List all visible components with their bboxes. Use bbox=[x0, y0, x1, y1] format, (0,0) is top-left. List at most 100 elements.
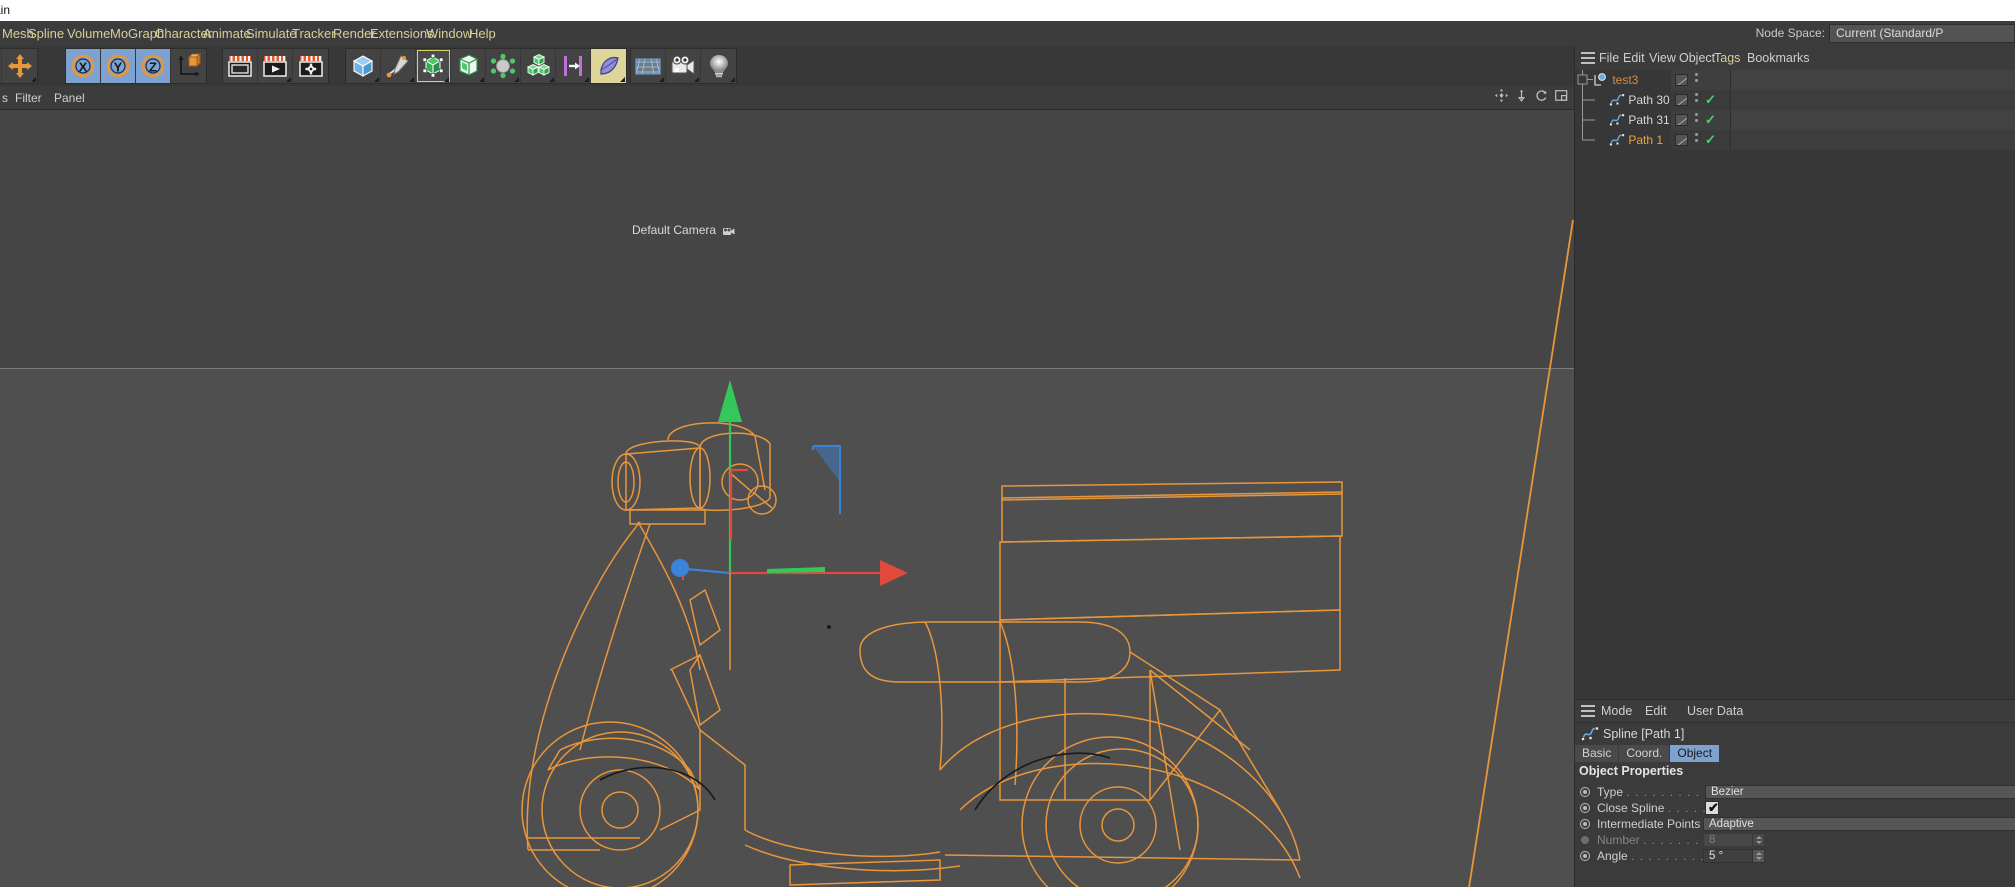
object-display-toggle[interactable] bbox=[1675, 74, 1688, 86]
3d-viewport[interactable]: Default Camera bbox=[0, 110, 1574, 887]
attribute-tab-object[interactable]: Object bbox=[1670, 745, 1721, 762]
generator-icon[interactable] bbox=[416, 49, 451, 83]
spline-tag-icon[interactable]: ✓ bbox=[1705, 113, 1716, 126]
object-manager[interactable]: File Edit View Object Tags Bookmarks test3 Pa… bbox=[1574, 46, 2015, 699]
object-tree-row[interactable]: Path 1 ✓ bbox=[1575, 130, 2015, 150]
light-object-icon[interactable] bbox=[701, 49, 736, 83]
object-tree-row[interactable]: Path 30 ✓ bbox=[1575, 90, 2015, 110]
mograph-cloner-icon[interactable] bbox=[521, 49, 556, 83]
attribute-manager-menu[interactable]: Mode Edit User Data bbox=[1575, 700, 2015, 722]
om-menu-file[interactable]: File bbox=[1599, 46, 1619, 70]
property-animate-dot[interactable] bbox=[1580, 851, 1590, 861]
property-animate-dot[interactable] bbox=[1581, 836, 1589, 844]
property-spinner[interactable] bbox=[1753, 849, 1765, 863]
menu-item-help[interactable]: Help bbox=[469, 21, 496, 46]
property-animate-dot[interactable] bbox=[1580, 787, 1590, 797]
visibility-dots[interactable] bbox=[1695, 113, 1698, 125]
camera-object-icon[interactable] bbox=[666, 49, 701, 83]
am-menu-mode[interactable]: Mode bbox=[1601, 700, 1632, 722]
render-view-icon[interactable] bbox=[223, 49, 258, 83]
pan-camera-icon[interactable] bbox=[1515, 89, 1528, 107]
property-value-dropdown[interactable]: Adaptive bbox=[1703, 817, 2015, 831]
object-name-text: test3 bbox=[1612, 73, 1639, 87]
viewport-menu-filter[interactable]: Filter bbox=[15, 86, 42, 110]
object-tree-row[interactable]: Path 31 ✓ bbox=[1575, 110, 2015, 130]
attribute-tabs[interactable]: Basic Coord. Object bbox=[1575, 745, 1721, 762]
deformer-bend-icon[interactable] bbox=[451, 49, 486, 83]
mograph-effector-icon[interactable] bbox=[556, 49, 591, 83]
object-manager-menu[interactable]: File Edit View Object Tags Bookmarks bbox=[1575, 46, 2015, 70]
attribute-object-title-text: Spline [Path 1] bbox=[1603, 727, 1685, 741]
menu-item-volume[interactable]: Volume bbox=[67, 21, 110, 46]
move-tool-icon[interactable] bbox=[2, 49, 37, 83]
move-camera-icon[interactable] bbox=[1495, 89, 1508, 107]
viewport-menu-s[interactable]: s bbox=[2, 86, 8, 110]
object-name[interactable]: Path 31 bbox=[1609, 110, 1670, 130]
om-menu-bookmarks[interactable]: Bookmarks bbox=[1747, 46, 1810, 70]
node-space-dropdown[interactable]: Current (Standard/P bbox=[1829, 24, 2015, 43]
menu-item-window[interactable]: Window bbox=[426, 21, 472, 46]
menu-item-simulate[interactable]: Simulate bbox=[246, 21, 297, 46]
attribute-tab-basic[interactable]: Basic bbox=[1575, 745, 1620, 762]
attribute-tab-coord[interactable]: Coord. bbox=[1619, 745, 1671, 762]
property-animate-dot[interactable] bbox=[1580, 803, 1590, 813]
visibility-dots[interactable] bbox=[1695, 133, 1698, 145]
spline-tag-icon[interactable]: ✓ bbox=[1705, 133, 1716, 146]
spline-pen-icon[interactable] bbox=[381, 49, 416, 83]
scene-environment-icon[interactable] bbox=[486, 49, 521, 83]
visibility-dots[interactable] bbox=[1695, 73, 1698, 85]
property-value-input[interactable]: 8 bbox=[1703, 833, 1753, 847]
property-row-close-spline[interactable]: Close Spline . . . . . ✔ bbox=[1575, 800, 2015, 816]
am-menu-user-data[interactable]: User Data bbox=[1687, 700, 1743, 722]
property-row-angle[interactable]: Angle . . . . . . . . .5 ° bbox=[1575, 848, 2015, 864]
object-display-toggle[interactable] bbox=[1675, 134, 1688, 146]
property-spinner[interactable] bbox=[1753, 833, 1765, 847]
om-menu-tags[interactable]: Tags bbox=[1714, 46, 1740, 70]
object-name[interactable]: Path 30 bbox=[1609, 90, 1670, 110]
object-name[interactable]: Path 1 bbox=[1609, 130, 1663, 150]
menu-item-spline[interactable]: Spline bbox=[28, 21, 64, 46]
om-menu-object[interactable]: Object bbox=[1679, 46, 1715, 70]
viewport-header-bar[interactable]: s Filter Panel bbox=[0, 86, 1574, 110]
menu-item-extensions[interactable]: Extensions bbox=[370, 21, 434, 46]
viewport-nav-icons[interactable] bbox=[1495, 89, 1568, 107]
field-object-icon[interactable] bbox=[591, 49, 626, 83]
spline-tag-icon[interactable]: ✓ bbox=[1705, 93, 1716, 106]
property-label: Close Spline . . . . . bbox=[1597, 801, 1707, 815]
window-title-bar: ain bbox=[0, 0, 2015, 21]
viewport-menu-panel[interactable]: Panel bbox=[54, 86, 85, 110]
om-menu-view[interactable]: View bbox=[1649, 46, 1676, 70]
property-row-number[interactable]: Number . . . . . . . .8 bbox=[1575, 832, 2015, 848]
property-animate-dot[interactable] bbox=[1580, 819, 1590, 829]
rotate-camera-icon[interactable] bbox=[1535, 89, 1548, 107]
render-settings-icon[interactable] bbox=[293, 49, 328, 83]
object-name[interactable]: test3 bbox=[1593, 70, 1638, 90]
object-display-toggle[interactable] bbox=[1675, 94, 1688, 106]
object-manager-hamburger-icon[interactable] bbox=[1581, 52, 1595, 64]
am-menu-edit[interactable]: Edit bbox=[1645, 700, 1667, 722]
render-to-picture-viewer-icon[interactable] bbox=[258, 49, 293, 83]
object-display-toggle[interactable] bbox=[1675, 114, 1688, 126]
property-row-intermediate-points[interactable]: Intermediate Points Adaptive bbox=[1575, 816, 2015, 832]
attribute-manager[interactable]: Mode Edit User Data Spline [Path 1] Basic C… bbox=[1574, 699, 2015, 887]
menu-item-tracker[interactable]: Tracker bbox=[292, 21, 336, 46]
floor-object-icon[interactable] bbox=[631, 49, 666, 83]
menu-item-animate[interactable]: Animate bbox=[203, 21, 251, 46]
property-label: Intermediate Points bbox=[1597, 817, 1701, 831]
property-value-input[interactable]: 5 ° bbox=[1703, 849, 1753, 863]
property-checkbox[interactable]: ✔ bbox=[1705, 800, 1719, 815]
property-value-dropdown[interactable]: Bezier bbox=[1705, 785, 2015, 799]
axis-z-lock-icon[interactable]: Z bbox=[136, 49, 171, 83]
svg-text:Y: Y bbox=[114, 60, 123, 75]
object-tree[interactable]: test3 Path 30 ✓ Path 31 ✓ Path 1 ✓ bbox=[1575, 70, 2015, 699]
cube-primitive-icon[interactable] bbox=[346, 49, 381, 83]
property-row-type[interactable]: Type . . . . . . . . . . Bezier bbox=[1575, 784, 2015, 800]
axis-x-lock-icon[interactable]: X bbox=[66, 49, 101, 83]
attribute-manager-hamburger-icon[interactable] bbox=[1581, 705, 1595, 717]
maximize-view-icon[interactable] bbox=[1555, 89, 1568, 107]
world-object-axis-icon[interactable] bbox=[171, 49, 206, 83]
visibility-dots[interactable] bbox=[1695, 93, 1698, 105]
om-menu-edit[interactable]: Edit bbox=[1623, 46, 1645, 70]
object-tree-row[interactable]: test3 bbox=[1575, 70, 2015, 90]
axis-y-lock-icon[interactable]: Y bbox=[101, 49, 136, 83]
